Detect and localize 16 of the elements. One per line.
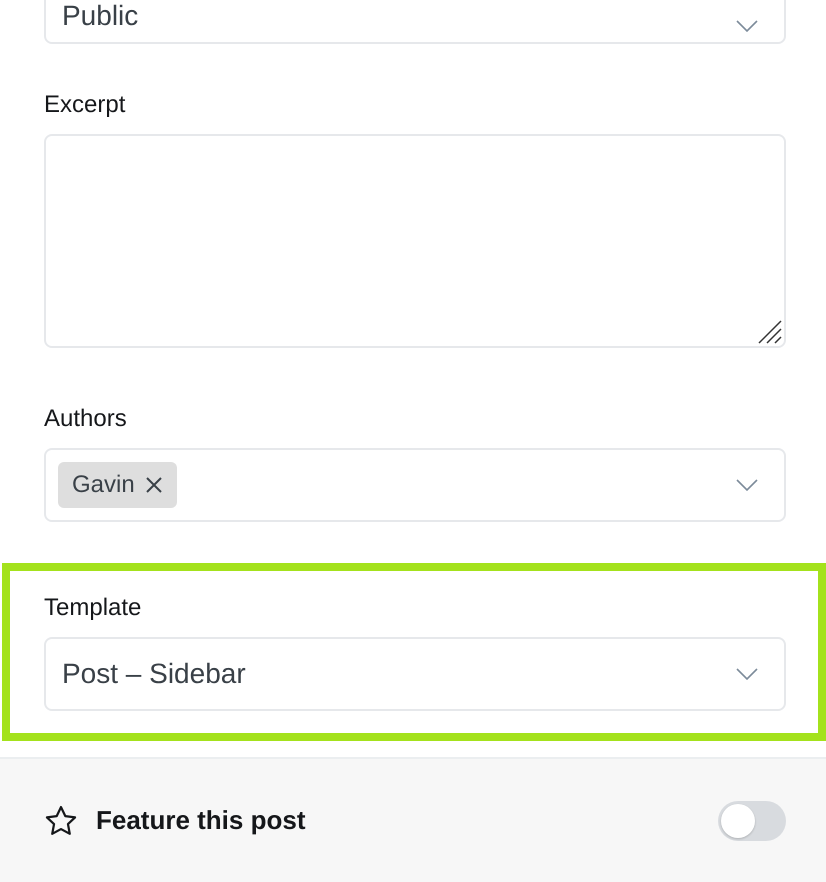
field-label: Excerpt: [44, 90, 126, 120]
authors-select[interactable]: Gavin: [44, 448, 786, 522]
star-icon: [44, 804, 78, 836]
chevron-down-icon: [736, 668, 758, 680]
template-select[interactable]: Post – Sidebar: [44, 637, 786, 711]
chevron-down-icon: [736, 20, 758, 32]
resize-handle-icon[interactable]: [756, 318, 782, 344]
feature-label: Feature this post: [96, 805, 306, 836]
field-label: Authors: [44, 404, 128, 434]
visibility-select[interactable]: Public: [44, 0, 786, 44]
close-icon[interactable]: [144, 476, 163, 494]
excerpt-field[interactable]: [44, 134, 786, 348]
author-tag[interactable]: Gavin: [58, 462, 177, 508]
feature-toggle[interactable]: [718, 800, 786, 840]
field-label: Template: [44, 593, 142, 623]
chevron-down-icon: [736, 479, 758, 491]
